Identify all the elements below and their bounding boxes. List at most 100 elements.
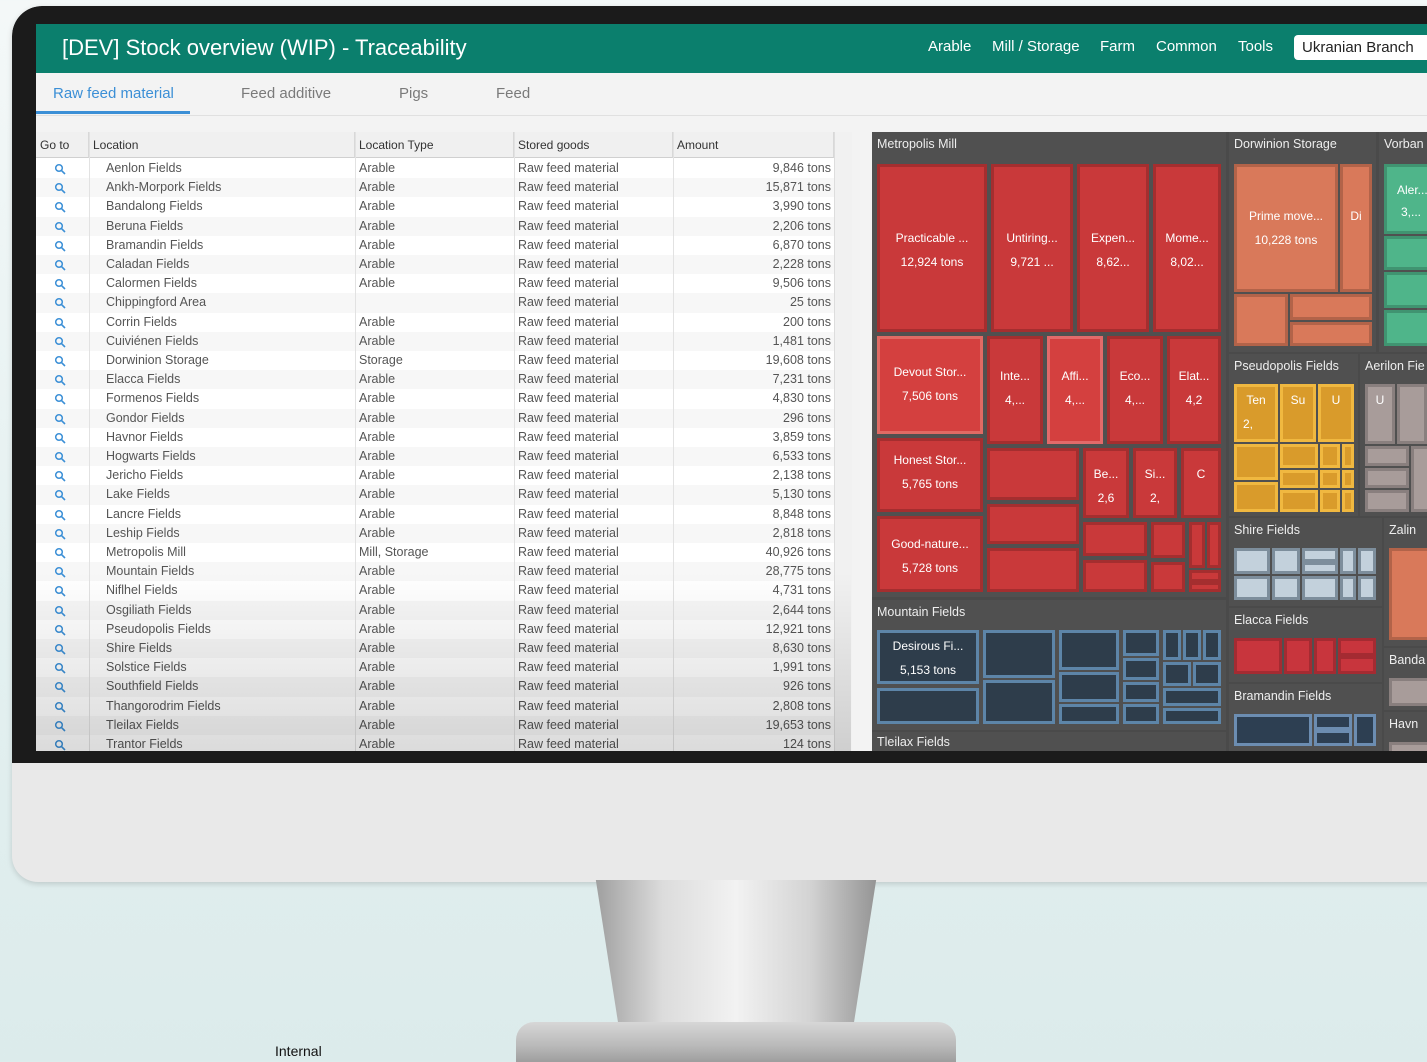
treemap-tile[interactable]: Be... 2,6 [1083,448,1129,518]
column-header-stored-goods[interactable]: Stored goods [514,132,673,158]
nav-tools[interactable]: Tools [1238,38,1273,55]
table-row[interactable]: Pseudopolis Fields Arable Raw feed materia… [36,620,851,639]
treemap-group-bramandin[interactable]: Bramandin Fields [1229,684,1382,751]
treemap-tile[interactable] [1207,522,1221,568]
table-row[interactable]: Tleilax Fields Arable Raw feed material 19,… [36,715,851,735]
column-header-location-type[interactable]: Location Type [355,132,514,158]
table-row[interactable]: Gondor Fields Arable Raw feed material 296 … [36,408,851,428]
treemap-tile[interactable] [1314,638,1336,674]
table-row[interactable]: Corrin Fields Arable Raw feed material 200 … [36,313,851,332]
table-row[interactable]: Osgiliath Fields Arable Raw feed material 2… [36,600,851,620]
treemap-tile[interactable] [1272,576,1300,600]
treemap-tile[interactable] [1384,272,1427,308]
treemap-tile[interactable] [983,630,1055,678]
table-row[interactable]: Jericho Fields Arable Raw feed material 2,1… [36,466,851,485]
treemap-tile[interactable]: Prime move... 10,228 tons [1234,164,1338,292]
treemap-tile[interactable] [1189,522,1205,568]
table-row[interactable]: Formenos Fields Arable Raw feed material 4,… [36,389,851,408]
column-header-amount[interactable]: Amount [673,132,834,158]
search-icon[interactable] [54,738,68,751]
treemap-tile[interactable] [1384,236,1427,270]
treemap-tile[interactable] [1193,662,1221,686]
treemap-group-zalin[interactable]: Zalin [1384,518,1427,646]
treemap-tile[interactable] [983,680,1055,724]
table-row[interactable]: Cuiviénen Fields Arable Raw feed material 1… [36,331,851,351]
nav-arable[interactable]: Arable [928,38,971,55]
nav-common[interactable]: Common [1156,38,1217,55]
treemap-tile[interactable] [1354,714,1376,746]
treemap-group-banda[interactable]: Banda [1384,648,1427,710]
treemap-tile[interactable] [1163,688,1221,706]
treemap-tile[interactable] [1189,570,1221,582]
tab-raw-feed-material[interactable]: Raw feed material [53,85,174,102]
tab-feed[interactable]: Feed [496,85,530,102]
treemap-tile[interactable] [1272,548,1300,574]
treemap-tile[interactable] [1059,672,1119,702]
treemap-tile[interactable] [1411,446,1427,512]
treemap-group-dorwinion[interactable]: Dorwinion Storage Prime move... 10,228 t… [1229,132,1376,352]
tab-feed-additive[interactable]: Feed additive [241,85,331,102]
treemap-tile[interactable]: Inte... 4,... [987,336,1043,444]
table-row[interactable]: Havnor Fields Arable Raw feed material 3,85… [36,428,851,447]
treemap-tile[interactable]: Practicable ... 12,924 tons [877,164,987,332]
treemap-tile[interactable]: Eco... 4,... [1107,336,1163,444]
treemap-group-metropolis[interactable]: Metropolis Mill Practicable ... 12,924 t… [872,132,1226,597]
table-row[interactable]: Lake Fields Arable Raw feed material 5,130 … [36,485,851,505]
treemap-tile[interactable]: Good-nature... 5,728 tons [877,516,983,592]
treemap-tile[interactable] [1389,678,1427,706]
treemap-tile[interactable] [1365,446,1409,466]
treemap-group-shire[interactable]: Shire Fields [1229,518,1382,606]
treemap-tile[interactable] [1083,522,1147,556]
treemap-tile[interactable]: Honest Stor... 5,765 tons [877,438,983,512]
treemap-tile[interactable]: Untiring... 9,721 ... [991,164,1073,332]
treemap-tile[interactable] [1358,548,1376,574]
treemap-group-vorban[interactable]: Vorban Aler... 3,... [1379,132,1427,352]
treemap-tile[interactable] [1389,548,1427,640]
table-row[interactable]: Thangorodrim Fields Arable Raw feed materi… [36,697,851,716]
treemap-tile[interactable] [1189,582,1221,592]
treemap-tile[interactable] [1280,490,1318,512]
treemap-tile[interactable] [1163,708,1221,724]
treemap-tile[interactable]: Mome... 8,02... [1153,164,1221,332]
treemap-tile[interactable] [987,448,1079,500]
column-header-goto[interactable]: Go to [36,132,89,158]
table-scrollbar[interactable] [834,132,852,751]
treemap-tile[interactable]: Devout Stor... 7,506 tons [877,336,983,434]
treemap-tile[interactable]: Desirous Fi... 5,153 tons [877,630,979,684]
branch-selector[interactable]: Ukranian Branch [1294,35,1427,60]
treemap-tile[interactable] [877,688,979,724]
treemap-tile[interactable] [1059,704,1119,724]
treemap-tile[interactable] [1320,470,1340,488]
treemap-tile[interactable]: C [1181,448,1221,518]
treemap-tile[interactable] [1280,444,1318,468]
treemap-group-elacca[interactable]: Elacca Fields [1229,608,1382,682]
treemap-tile[interactable] [1123,630,1159,656]
nav-mill-storage[interactable]: Mill / Storage [992,38,1080,55]
treemap-tile[interactable] [1314,730,1352,746]
treemap-tile[interactable] [1365,468,1409,488]
treemap-tile[interactable] [1083,560,1147,592]
treemap-tile[interactable] [1234,482,1278,512]
treemap-tile[interactable] [1290,322,1372,346]
treemap-tile[interactable] [1163,662,1191,686]
treemap-group-havn[interactable]: Havn [1384,712,1427,751]
treemap-tile[interactable]: U [1365,384,1395,444]
treemap-tile[interactable] [1234,294,1288,346]
treemap-tile[interactable]: U [1318,384,1354,442]
table-row[interactable]: Aenlon Fields Arable Raw feed material 9,84… [36,159,851,178]
treemap-tile[interactable] [1358,576,1376,600]
treemap-tile[interactable] [1340,548,1356,574]
treemap-tile[interactable] [1340,576,1356,600]
treemap-tile[interactable] [1059,630,1119,670]
treemap-tile[interactable]: Ten 2, [1234,384,1278,442]
treemap-tile[interactable] [1234,638,1282,674]
treemap-tile[interactable] [1342,444,1354,468]
treemap-tile[interactable] [1234,576,1270,600]
treemap-tile[interactable]: Elat... 4,2 [1167,336,1221,444]
table-row[interactable]: Ankh-Morpork Fields Arable Raw feed materi… [36,178,851,198]
treemap-tile[interactable] [1320,490,1340,512]
table-row[interactable]: Solstice Fields Arable Raw feed material 1,… [36,658,851,677]
table-row[interactable]: Mountain Fields Arable Raw feed material 28… [36,562,851,582]
treemap-tile[interactable] [1302,576,1338,600]
column-header-location[interactable]: Location [89,132,355,158]
